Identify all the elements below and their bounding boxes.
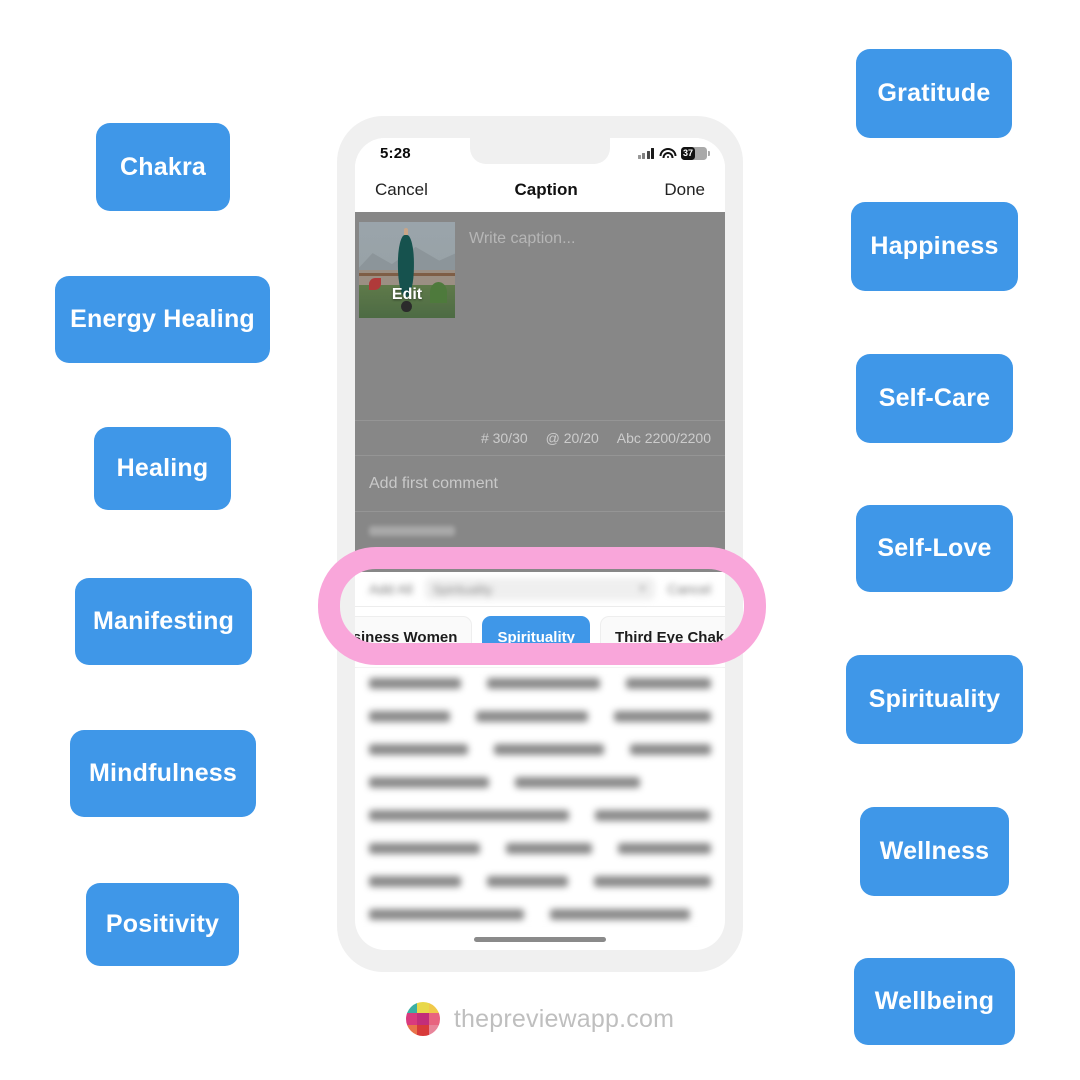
post-thumbnail[interactable]: Edit (359, 222, 455, 318)
first-comment-placeholder: Add first comment (369, 474, 498, 492)
group-dropdown[interactable]: Spirituality ▼ (424, 578, 656, 600)
chevron-down-icon: ▼ (637, 583, 648, 595)
logo-tile (428, 1013, 440, 1025)
navigation-bar: Cancel Caption Done (355, 168, 725, 212)
hashtag-row[interactable] (369, 843, 711, 854)
hashtag-group-chip-third-eye-chakra[interactable]: Third Eye Chakra (599, 616, 725, 658)
hashtag-item[interactable] (595, 810, 710, 821)
done-button[interactable]: Done (664, 180, 705, 200)
hashtag-group-chip-spirituality[interactable]: Spirituality (482, 616, 590, 658)
tag-self-love[interactable]: Self-Love (856, 505, 1013, 592)
blurred-label (369, 526, 455, 536)
add-all-button[interactable]: Add All (369, 581, 413, 597)
tag-happiness[interactable]: Happiness (851, 202, 1018, 291)
preview-app-logo (405, 1002, 440, 1036)
hashtag-item[interactable] (369, 678, 461, 689)
home-indicator (474, 937, 606, 942)
hashtag-item[interactable] (369, 876, 461, 887)
group-dropdown-value: Spirituality (432, 581, 493, 597)
caption-dim-tail (355, 526, 725, 572)
battery-level-label: 37 (682, 147, 693, 158)
page-title: Caption (514, 180, 578, 199)
first-comment-row[interactable]: Add first comment (355, 456, 725, 512)
tag-gratitude[interactable]: Gratitude (856, 49, 1012, 138)
caption-editor-dimmed: Edit Write caption... # 30/30 @ 20/20 Abc … (355, 212, 725, 572)
cancel-button[interactable]: Cancel (375, 180, 428, 200)
caption-top: Edit Write caption... (355, 212, 725, 420)
hashtag-item[interactable] (593, 876, 711, 887)
hashtag-item[interactable] (369, 843, 480, 854)
phone-notch (470, 138, 610, 164)
caption-counter-2: @ 20/20 (545, 430, 599, 446)
hashtag-item[interactable] (515, 777, 640, 788)
group-cancel-button[interactable]: Cancel (667, 581, 711, 597)
hashtag-item[interactable] (476, 711, 589, 722)
tag-self-care[interactable]: Self-Care (856, 354, 1013, 443)
logo-tile (428, 1002, 440, 1014)
hashtag-item[interactable] (369, 777, 489, 788)
caption-counter-3: Abc 2200/2200 (616, 430, 711, 446)
cellular-signal-icon (637, 147, 654, 159)
hashtag-row[interactable] (369, 909, 711, 920)
footer-branding: thepreviewapp.com (0, 1002, 1080, 1036)
hashtag-item[interactable] (494, 744, 605, 755)
hashtag-item[interactable] (614, 711, 712, 722)
caption-counter-1: # 30/30 (480, 430, 528, 446)
caption-counters-row: # 30/30 @ 20/20 Abc 2200/2200 (355, 420, 725, 456)
edit-thumbnail-label[interactable]: Edit (359, 286, 455, 304)
logo-tile (405, 1002, 418, 1014)
wifi-icon (659, 147, 676, 159)
logo-tile (417, 1013, 429, 1025)
hashtag-item[interactable] (369, 711, 451, 722)
tag-chakra[interactable]: Chakra (96, 123, 230, 211)
hashtag-item[interactable] (369, 744, 469, 755)
hashtag-item[interactable] (486, 876, 568, 887)
logo-tile (428, 1024, 440, 1036)
hashtag-row[interactable] (369, 744, 711, 755)
caption-input-placeholder[interactable]: Write caption... (469, 230, 575, 248)
tag-positivity[interactable]: Positivity (86, 883, 239, 966)
hashtag-group-chips-row[interactable]: al Business WomenSpiritualityThird Eye C… (355, 606, 725, 668)
logo-tile (417, 1024, 429, 1036)
tag-healing[interactable]: Healing (94, 427, 231, 510)
hashtag-row[interactable] (369, 711, 712, 722)
hashtag-row[interactable] (369, 876, 711, 887)
hashtag-item[interactable] (626, 678, 711, 689)
logo-tile (417, 1002, 429, 1014)
battery-icon: 37 (681, 146, 710, 160)
hashtag-item[interactable] (630, 744, 711, 755)
hashtag-group-chip-al-business-women[interactable]: al Business Women (355, 616, 473, 658)
hashtag-suggestion-list[interactable] (355, 668, 725, 920)
status-bar-icons: 37 (637, 145, 710, 161)
brand-url-label: thepreviewapp.com (453, 1004, 675, 1033)
hashtag-row[interactable] (369, 777, 711, 788)
tag-spirituality[interactable]: Spirituality (846, 655, 1023, 744)
hashtag-item[interactable] (369, 810, 569, 821)
status-bar-time: 5:28 (380, 145, 411, 162)
logo-tile (405, 1013, 418, 1025)
hashtag-item[interactable] (617, 843, 711, 854)
logo-tile (405, 1024, 418, 1036)
phone-mockup: 5:28 37 Cancel Caption Done Edit Write c… (337, 116, 743, 972)
phone-screen: 5:28 37 Cancel Caption Done Edit Write c… (355, 138, 725, 950)
tag-mindfulness[interactable]: Mindfulness (70, 730, 256, 817)
hashtag-item[interactable] (505, 843, 592, 854)
hashtag-group-sheet: Add All Spirituality ▼ Cancel al Busines… (355, 572, 725, 920)
tag-wellness[interactable]: Wellness (860, 807, 1009, 896)
tag-manifesting[interactable]: Manifesting (75, 578, 252, 665)
group-selector-row: Add All Spirituality ▼ Cancel (355, 572, 725, 606)
hashtag-item[interactable] (369, 909, 524, 920)
hashtag-item[interactable] (486, 678, 601, 689)
hashtag-item[interactable] (550, 909, 690, 920)
hashtag-row[interactable] (369, 678, 711, 689)
hashtag-row[interactable] (369, 810, 711, 821)
tag-energy-healing[interactable]: Energy Healing (55, 276, 270, 363)
